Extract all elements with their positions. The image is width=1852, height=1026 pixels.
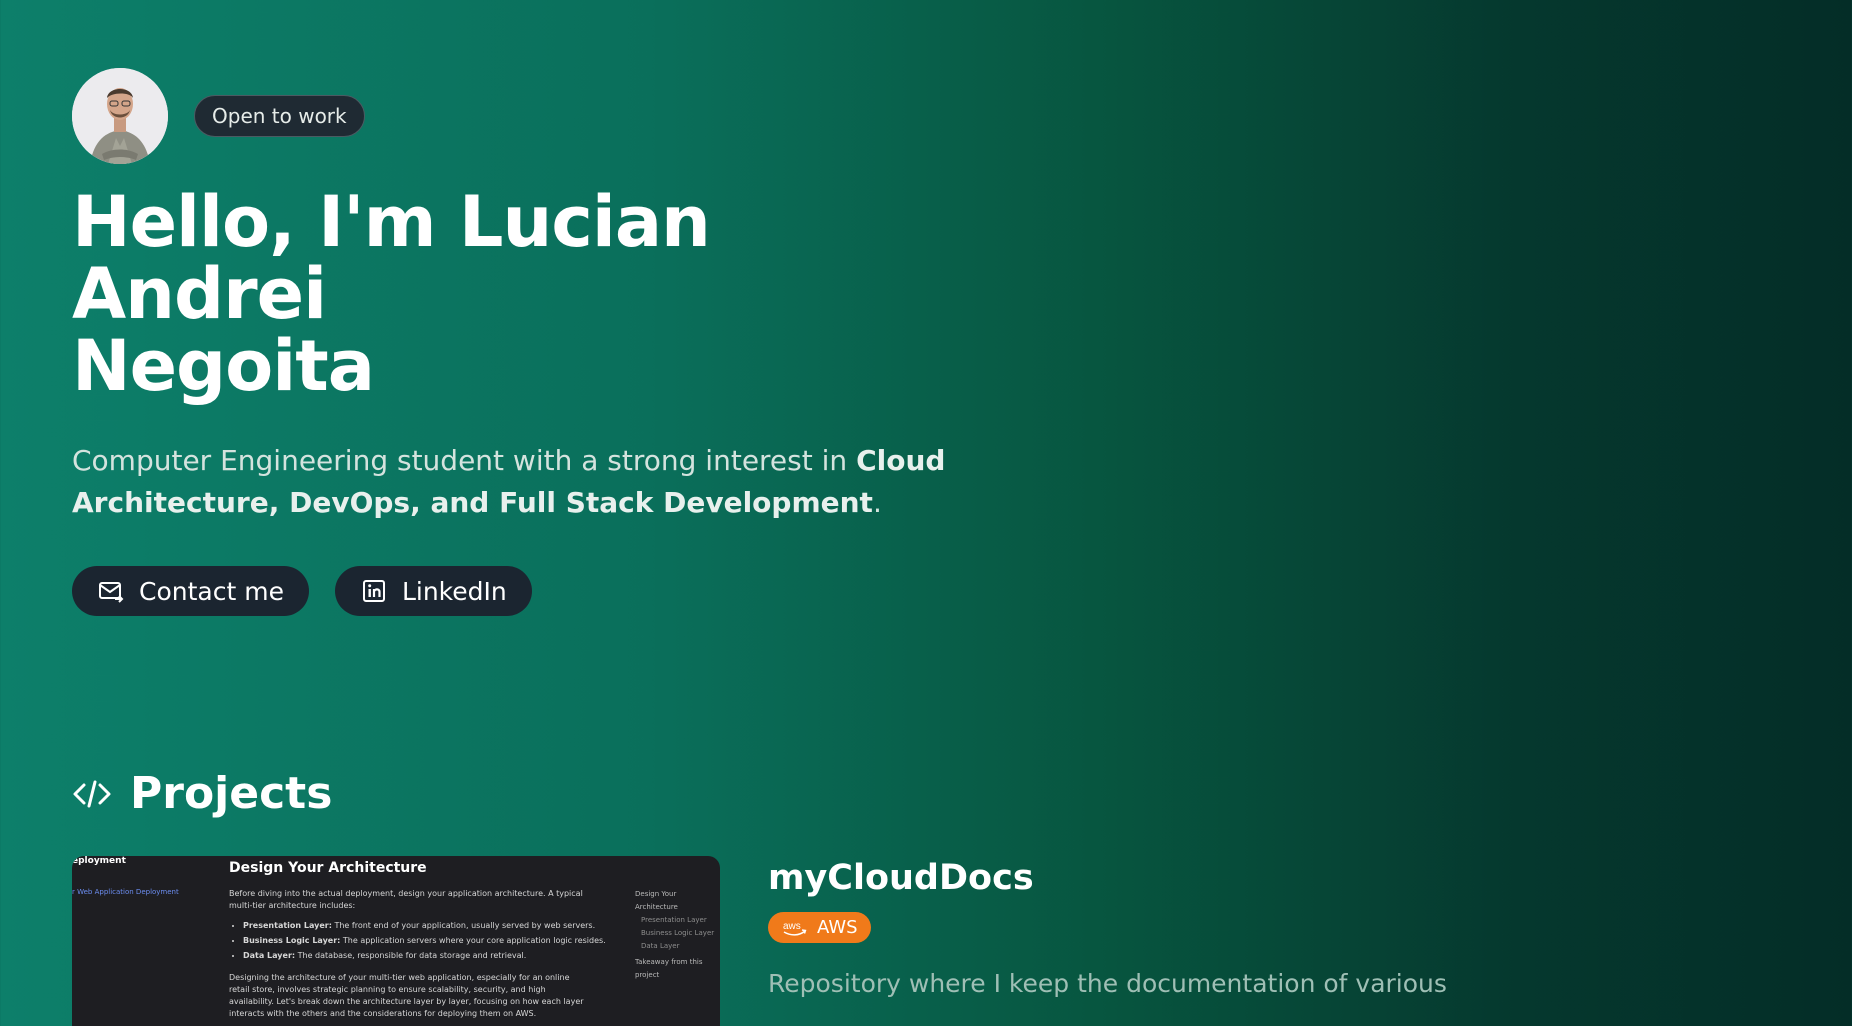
thumb-bullet: Data Layer: The database, responsible fo… <box>243 948 613 963</box>
thumb-intro: Before diving into the actual deployment… <box>229 889 583 910</box>
thumb-bullet-text: The database, responsible for data stora… <box>295 951 527 960</box>
mail-icon <box>99 582 124 603</box>
thumb-heading: Design Your Architecture <box>229 860 427 876</box>
projects-heading: Projects <box>72 768 332 819</box>
thumb-bullet: Presentation Layer: The front end of you… <box>243 918 613 933</box>
toc-item: Business Logic Layer <box>641 929 715 937</box>
page-title: Hello, I'm Lucian Andrei Negoita <box>72 186 972 402</box>
project-card: myCloudDocs aws AWS Repository where I k… <box>768 858 1468 998</box>
toc-item: Design Your Architecture <box>635 890 678 911</box>
toc-item: Presentation Layer <box>641 916 707 924</box>
title-line-2: Negoita <box>72 325 375 407</box>
open-to-work-badge: Open to work <box>194 95 365 137</box>
thumb-bullet-bold: Presentation Layer: <box>243 921 332 930</box>
project-title[interactable]: myCloudDocs <box>768 858 1468 898</box>
thumb-bullet: Business Logic Layer: The application se… <box>243 933 613 948</box>
thumb-bullet-text: The front end of your application, usual… <box>331 921 596 930</box>
thumb-bullets: Presentation Layer: The front end of you… <box>229 918 613 963</box>
contact-me-button[interactable]: Contact me <box>72 566 309 616</box>
svg-text:aws: aws <box>783 921 801 932</box>
toc-item: Takeaway from this project <box>635 958 703 979</box>
title-line-1: Hello, I'm Lucian Andrei <box>72 181 711 335</box>
projects-heading-text: Projects <box>130 768 333 819</box>
linkedin-label: LinkedIn <box>401 576 507 606</box>
subtitle-prefix: Computer Engineering student with a stro… <box>72 444 857 477</box>
project-thumbnail[interactable]: eployment Design Your Architecture r Web… <box>72 856 720 1026</box>
hero-subtitle: Computer Engineering student with a stro… <box>72 440 972 524</box>
thumb-bullet-bold: Business Logic Layer: <box>243 936 341 945</box>
hero-buttons: Contact me LinkedIn <box>72 566 972 616</box>
hero-top-row: Open to work <box>72 68 972 164</box>
hero-section: Open to work Hello, I'm Lucian Andrei Ne… <box>72 68 972 616</box>
linkedin-icon <box>362 580 385 602</box>
avatar-portrait-icon <box>72 68 168 164</box>
thumb-sidebar-link: r Web Application Deployment <box>72 888 179 896</box>
code-icon <box>73 780 111 807</box>
thumb-bullet-bold: Data Layer: <box>243 951 296 960</box>
subtitle-suffix: . <box>872 486 882 519</box>
aws-tag-label: AWS <box>817 917 858 938</box>
contact-me-label: Contact me <box>139 576 284 606</box>
project-description: Repository where I keep the documentatio… <box>768 969 1447 998</box>
thumb-bullet-text: The application servers where your core … <box>340 936 606 945</box>
linkedin-button[interactable]: LinkedIn <box>334 566 532 616</box>
avatar <box>72 68 168 164</box>
aws-tag: aws AWS <box>768 912 871 943</box>
thumb-toc: Design Your Architecture Presentation La… <box>635 888 720 982</box>
thumb-paragraph: Designing the architecture of your multi… <box>229 973 584 1018</box>
thumb-corner-label: eployment <box>72 856 126 866</box>
aws-logo-icon: aws <box>783 921 807 936</box>
toc-item: Data Layer <box>641 942 680 950</box>
